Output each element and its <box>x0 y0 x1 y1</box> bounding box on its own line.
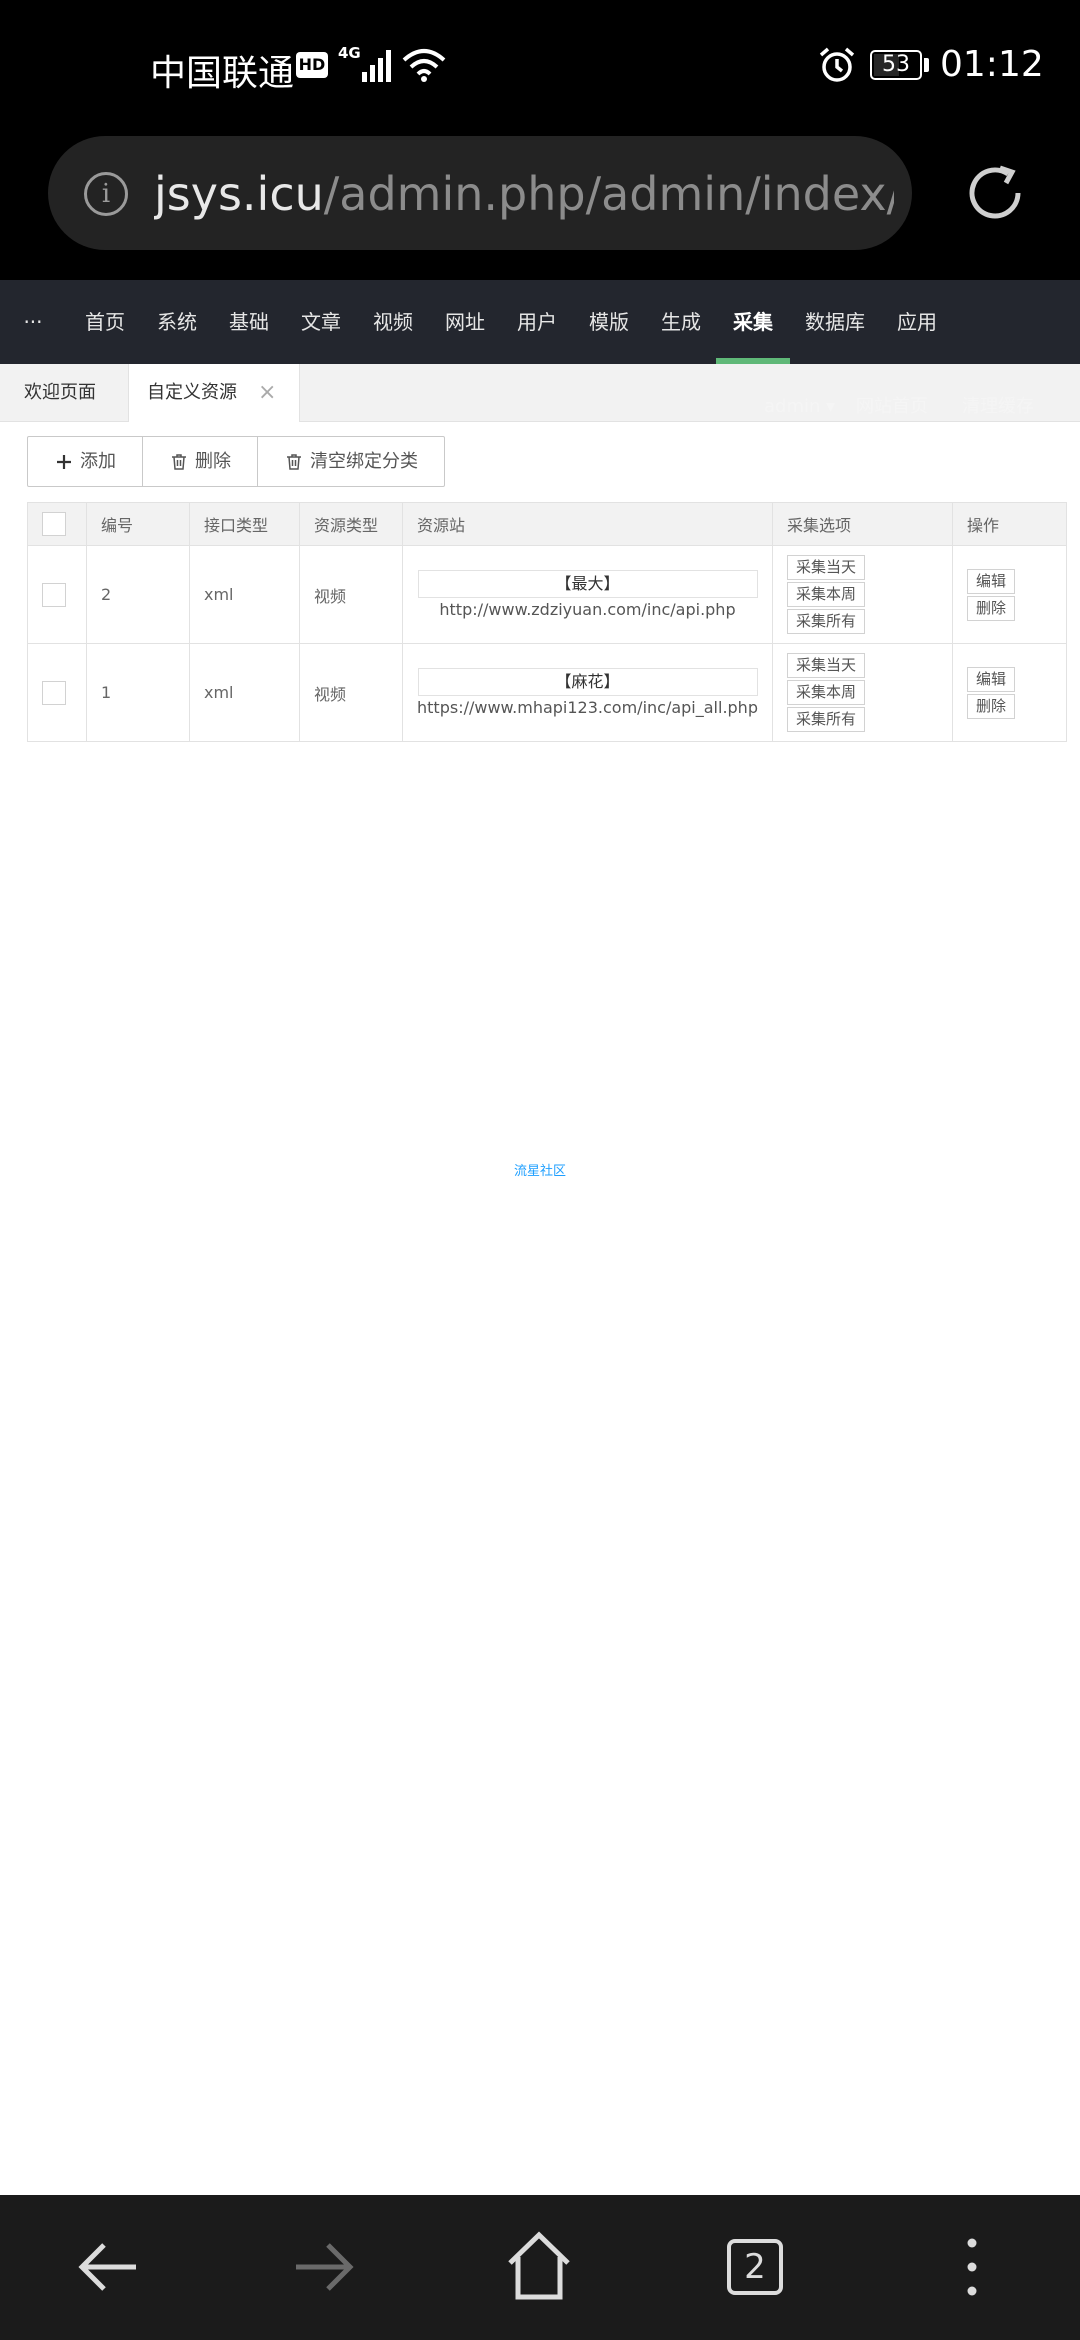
row-id: 1 <box>86 643 190 742</box>
collect-all-button[interactable]: 采集所有 <box>787 609 866 634</box>
clear-binding-button-label: 清空绑定分类 <box>310 451 418 472</box>
col-source-site: 资源站 <box>402 502 773 546</box>
nav-video[interactable]: 视频 <box>368 280 418 364</box>
row-checkbox[interactable] <box>42 680 66 705</box>
wifi-icon <box>402 49 446 82</box>
toolbar: 添加 删除 清空绑定分类 <box>27 436 445 487</box>
url-path: /admin.php/admin/index/i <box>323 167 894 221</box>
source-url: https://www.mhapi123.com/inc/api_all.php <box>417 698 758 717</box>
row-id: 2 <box>86 545 190 644</box>
col-api-type: 接口类型 <box>189 502 300 546</box>
forward-arrow-icon[interactable] <box>292 2235 356 2299</box>
signal-icon <box>362 50 391 82</box>
collect-today-button[interactable]: 采集当天 <box>787 555 866 580</box>
row-delete-button[interactable]: 删除 <box>967 595 1016 621</box>
col-id: 编号 <box>86 502 190 546</box>
tab-close-icon[interactable]: × <box>258 364 276 422</box>
row-collect-options: 采集当天 采集本周 采集所有 <box>772 545 953 644</box>
col-collect-options: 采集选项 <box>772 502 953 546</box>
resource-table: 编号 接口类型 资源类型 资源站 采集选项 操作 2 xml 视频 【最大】 h… <box>27 502 1067 742</box>
collect-week-button[interactable]: 采集本周 <box>787 582 866 607</box>
status-bar: 中国联通 HD 4G 53 01:12 <box>0 0 1080 130</box>
nav-article[interactable]: 文章 <box>296 280 346 364</box>
plus-icon <box>57 454 71 469</box>
nav-template[interactable]: 模版 <box>584 280 634 364</box>
admin-top-nav: ··· 首页 系统 基础 文章 视频 网址 用户 模版 生成 采集 数据库 应用 <box>0 280 1080 364</box>
nav-apps[interactable]: 应用 <box>892 280 942 364</box>
row-source: 【麻花】 https://www.mhapi123.com/inc/api_al… <box>402 643 773 742</box>
url-text[interactable]: jsys.icu/admin.php/admin/index/i <box>154 166 894 222</box>
col-actions: 操作 <box>952 502 1067 546</box>
more-menu-icon[interactable] <box>956 2235 988 2299</box>
home-icon[interactable] <box>504 2231 574 2301</box>
nav-user[interactable]: 用户 <box>512 280 562 364</box>
col-resource-type: 资源类型 <box>299 502 403 546</box>
add-button[interactable]: 添加 <box>28 437 143 486</box>
row-api-type: xml <box>189 643 300 742</box>
delete-button[interactable]: 删除 <box>143 437 258 486</box>
info-icon[interactable]: i <box>84 172 128 216</box>
collect-all-button[interactable]: 采集所有 <box>787 707 866 732</box>
row-select-cell <box>27 643 87 742</box>
refresh-icon[interactable] <box>960 158 1030 228</box>
table-row: 2 xml 视频 【最大】 http://www.zdziyuan.com/in… <box>27 545 1067 644</box>
browser-address-area: i jsys.icu/admin.php/admin/index/i <box>0 130 1080 280</box>
alarm-icon <box>819 47 855 82</box>
network-type: 4G <box>338 44 361 62</box>
row-delete-button[interactable]: 删除 <box>967 693 1016 719</box>
browser-bottom-nav: 2 <box>0 2195 1080 2340</box>
url-host: jsys.icu <box>154 167 324 221</box>
edit-button[interactable]: 编辑 <box>967 568 1016 594</box>
nav-collect[interactable]: 采集 <box>728 280 778 364</box>
source-name[interactable]: 【麻花】 <box>417 668 758 696</box>
admin-user-menu[interactable]: admin ▾ <box>764 392 835 422</box>
nav-home[interactable]: 首页 <box>80 280 130 364</box>
row-select-cell <box>27 545 87 644</box>
footer-credit-link[interactable]: 流星社区 <box>0 1160 1080 1179</box>
source-url: http://www.zdziyuan.com/inc/api.php <box>439 600 736 619</box>
row-api-type: xml <box>189 545 300 644</box>
battery-cap <box>924 58 929 72</box>
edit-button[interactable]: 编辑 <box>967 666 1016 692</box>
table-row: 1 xml 视频 【麻花】 https://www.mhapi123.com/i… <box>27 643 1067 742</box>
hd-badge: HD <box>296 52 328 78</box>
trash-icon <box>287 453 301 470</box>
trash-icon <box>172 453 186 470</box>
row-source: 【最大】 http://www.zdziyuan.com/inc/api.php <box>402 545 773 644</box>
add-button-label: 添加 <box>80 451 116 472</box>
url-bar[interactable]: i jsys.icu/admin.php/admin/index/i <box>48 136 912 250</box>
nav-more[interactable]: ··· <box>18 280 48 364</box>
site-home-link[interactable]: 网站首页 <box>856 392 928 422</box>
nav-database[interactable]: 数据库 <box>800 280 870 364</box>
carrier-name: 中国联通 <box>150 53 295 94</box>
page-tabs: 欢迎页面 自定义资源 × admin ▾ 网站首页 清理缓存 <box>0 364 1080 422</box>
tab-custom-resource-label: 自定义资源 <box>147 382 237 403</box>
row-collect-options: 采集当天 采集本周 采集所有 <box>772 643 953 742</box>
delete-button-label: 删除 <box>195 451 231 472</box>
tab-switcher-button[interactable]: 2 <box>727 2239 783 2295</box>
clear-cache-link[interactable]: 清理缓存 <box>962 392 1034 422</box>
battery-percent: 53 <box>882 52 910 77</box>
source-name[interactable]: 【最大】 <box>417 570 758 598</box>
nav-generate[interactable]: 生成 <box>656 280 706 364</box>
collect-today-button[interactable]: 采集当天 <box>787 653 866 678</box>
clear-binding-button[interactable]: 清空绑定分类 <box>258 437 444 486</box>
nav-website[interactable]: 网址 <box>440 280 490 364</box>
select-all-checkbox[interactable] <box>42 512 66 536</box>
back-arrow-icon[interactable] <box>76 2235 140 2299</box>
clock: 01:12 <box>940 44 1044 85</box>
row-resource-type: 视频 <box>299 545 403 644</box>
tab-welcome[interactable]: 欢迎页面 <box>24 364 96 422</box>
table-header-row: 编号 接口类型 资源类型 资源站 采集选项 操作 <box>27 502 1067 546</box>
nav-system[interactable]: 系统 <box>152 280 202 364</box>
battery-indicator: 53 <box>870 50 922 80</box>
row-checkbox[interactable] <box>42 582 66 607</box>
row-actions: 编辑 删除 <box>952 643 1067 742</box>
select-all-cell <box>27 502 87 546</box>
nav-basic[interactable]: 基础 <box>224 280 274 364</box>
row-actions: 编辑 删除 <box>952 545 1067 644</box>
row-resource-type: 视频 <box>299 643 403 742</box>
collect-week-button[interactable]: 采集本周 <box>787 680 866 705</box>
